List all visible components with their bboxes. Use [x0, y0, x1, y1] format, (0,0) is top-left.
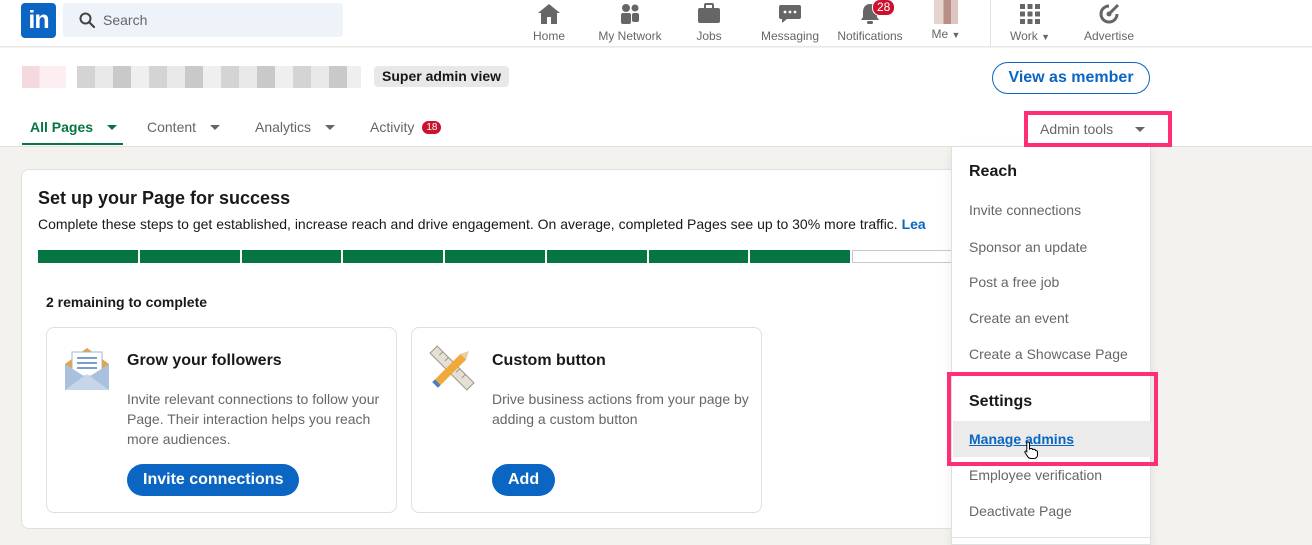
view-as-member-button[interactable]: View as member — [992, 62, 1150, 94]
nav-messaging[interactable]: Messaging — [756, 0, 824, 47]
progress-segment — [852, 250, 953, 263]
tab-content-label: Content — [147, 119, 197, 135]
people-icon — [621, 4, 639, 24]
progress-segment — [139, 250, 240, 263]
setup-progress-bar — [38, 250, 953, 263]
chevron-down-icon: ▼ — [1041, 32, 1051, 42]
invite-connections-button[interactable]: Invite connections — [127, 464, 300, 496]
tab-all-pages[interactable]: All Pages — [30, 118, 118, 136]
nav-notifications-label: Notifications — [837, 29, 903, 43]
search-icon — [79, 12, 95, 28]
grid-icon — [1020, 4, 1040, 24]
caret-down-icon — [325, 124, 336, 130]
tab-activity-label: Activity — [370, 119, 415, 135]
tab-analytics[interactable]: Analytics — [255, 118, 336, 136]
chevron-down-icon: ▼ — [951, 30, 961, 40]
nav-notifications[interactable]: 28 Notifications — [832, 0, 908, 47]
remaining-count: 2 remaining to complete — [46, 294, 208, 310]
admin-tools-label: Admin tools — [1040, 121, 1114, 137]
nav-me-label-wrap: Me ▼ — [926, 27, 966, 41]
menu-item-sponsor-update[interactable]: Sponsor an update — [969, 239, 1087, 255]
nav-jobs-label: Jobs — [696, 29, 722, 43]
nav-jobs[interactable]: Jobs — [689, 0, 729, 47]
envelope-icon — [65, 348, 109, 390]
add-custom-button-button[interactable]: Add — [492, 464, 556, 496]
activity-count-badge: 18 — [422, 120, 442, 134]
nav-work-label: Work — [1009, 29, 1038, 43]
nav-advertise[interactable]: Advertise — [1078, 0, 1140, 47]
avatar — [934, 0, 958, 24]
search-box[interactable] — [63, 3, 343, 37]
chat-icon — [779, 5, 801, 23]
notifications-count-badge: 28 — [872, 0, 896, 16]
active-tab-indicator — [22, 143, 123, 145]
dropdown-divider — [952, 537, 1152, 538]
top-nav: in Home My Network Jobs Messaging 28 Not… — [0, 0, 1312, 47]
admin-tools-dropdown: Reach Invite connections Sponsor an upda… — [951, 147, 1152, 545]
task-card-custom-button: Custom button Drive business actions fro… — [411, 327, 762, 513]
menu-item-employee-verification[interactable]: Employee verification — [969, 467, 1102, 483]
compass-icon — [1099, 3, 1120, 24]
nav-home-label: Home — [532, 29, 565, 43]
progress-segment — [241, 250, 342, 263]
menu-item-invite-connections[interactable]: Invite connections — [969, 202, 1081, 218]
nav-home[interactable]: Home — [526, 0, 572, 47]
tab-all-pages-label: All Pages — [30, 119, 94, 135]
nav-work[interactable]: Work ▼ — [1004, 0, 1056, 47]
nav-me[interactable]: Me ▼ — [926, 0, 966, 47]
progress-segment — [750, 250, 851, 263]
nav-my-network[interactable]: My Network — [592, 0, 668, 47]
card-subtitle-text: Complete these steps to get established,… — [38, 216, 898, 232]
page-setup-card: Set up your Page for success Complete th… — [21, 169, 981, 529]
linkedin-logo[interactable]: in — [21, 3, 56, 38]
nav-me-label: Me — [931, 27, 949, 41]
admin-tools-menu-button[interactable]: Admin tools — [1024, 111, 1172, 147]
search-input[interactable] — [103, 3, 333, 37]
menu-item-deactivate-page[interactable]: Deactivate Page — [969, 503, 1072, 519]
menu-item-post-free-job[interactable]: Post a free job — [969, 274, 1059, 290]
dropdown-heading-reach: Reach — [969, 163, 1018, 180]
briefcase-icon — [698, 3, 720, 23]
menu-item-create-event[interactable]: Create an event — [969, 310, 1069, 326]
task-title: Custom button — [492, 352, 606, 369]
nav-messaging-label: Messaging — [760, 29, 820, 43]
task-description: Drive business actions from your page by… — [492, 391, 749, 427]
hand-cursor-icon — [1024, 441, 1038, 459]
tab-analytics-label: Analytics — [255, 119, 312, 135]
progress-segment — [648, 250, 749, 263]
tab-content[interactable]: Content — [147, 118, 221, 136]
caret-down-icon — [210, 124, 221, 130]
tab-activity[interactable]: Activity 18 — [370, 118, 442, 136]
nav-my-network-label: My Network — [598, 29, 662, 43]
nav-divider — [990, 0, 991, 47]
super-admin-badge: Super admin view — [374, 66, 510, 87]
nav-work-label-wrap: Work ▼ — [1004, 29, 1056, 43]
nav-advertise-label: Advertise — [1083, 29, 1135, 43]
task-title: Grow your followers — [127, 352, 282, 369]
settings-highlight-box — [947, 372, 1158, 466]
progress-segment — [343, 250, 444, 263]
task-card-grow-followers: Grow your followers Invite relevant conn… — [46, 327, 397, 513]
card-title: Set up your Page for success — [38, 188, 291, 208]
menu-item-create-showcase-page[interactable]: Create a Showcase Page — [969, 346, 1128, 362]
caret-down-icon — [107, 124, 118, 130]
learn-more-link[interactable]: Lea — [902, 216, 926, 232]
progress-segment — [546, 250, 647, 263]
progress-segment — [38, 250, 138, 263]
home-icon — [538, 4, 560, 24]
task-description: Invite relevant connections to follow yo… — [127, 391, 380, 447]
caret-down-icon — [1135, 127, 1145, 132]
ruler-pencil-icon — [429, 345, 475, 391]
page-logo-redacted — [22, 66, 66, 88]
page-name-redacted — [77, 66, 361, 88]
progress-segment — [445, 250, 545, 263]
card-subtitle: Complete these steps to get established,… — [38, 216, 978, 232]
